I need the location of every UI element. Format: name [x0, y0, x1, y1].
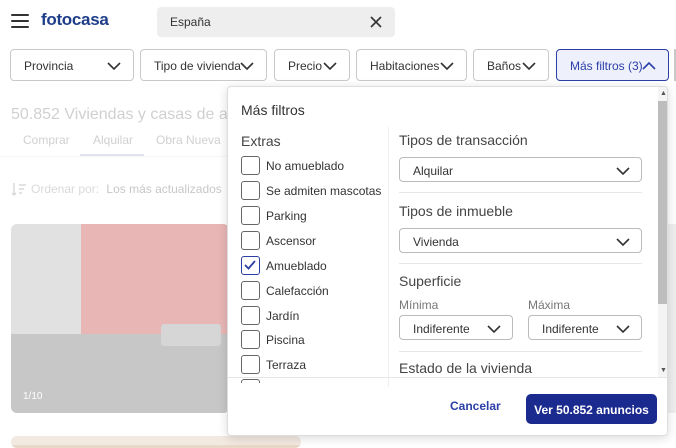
- filter-tipo-vivienda[interactable]: Tipo de vivienda: [140, 49, 267, 81]
- checkbox-label: Jardín: [266, 309, 300, 323]
- checkbox-label: Parking: [266, 209, 307, 223]
- checkbox-box[interactable]: [241, 306, 260, 325]
- extras-heading: Extras: [241, 133, 281, 149]
- chevron-down-icon: [323, 62, 337, 71]
- filter-label: Más filtros (3): [570, 59, 643, 73]
- scroll-down-arrow-icon[interactable]: ▼: [660, 367, 667, 374]
- surface-heading: Superficie: [399, 273, 462, 289]
- filter-label: Habitaciones: [370, 59, 440, 73]
- section-divider: [399, 351, 642, 352]
- chevron-down-icon: [522, 62, 536, 71]
- transaction-select[interactable]: Alquilar: [399, 157, 642, 182]
- checkbox-box[interactable]: [241, 206, 260, 225]
- chevron-down-icon: [616, 167, 630, 176]
- checkbox-label: Amueblado: [266, 259, 327, 273]
- chevron-down-icon: [440, 62, 454, 71]
- checkbox-label: Calefacción: [266, 284, 329, 298]
- checkmark-icon: [244, 260, 256, 270]
- chevron-up-icon: [642, 61, 656, 70]
- chevron-down-icon: [616, 325, 630, 334]
- min-surface-label: Mínima: [399, 298, 439, 312]
- column-separator: [388, 127, 389, 387]
- checkbox-box[interactable]: [241, 231, 260, 250]
- chevron-down-icon: [107, 62, 121, 71]
- transaction-heading: Tipos de transacción: [399, 132, 528, 148]
- search-value: España: [170, 15, 211, 29]
- filter-label: Tipo de vivienda: [154, 59, 241, 73]
- checkbox-partial[interactable]: [241, 379, 260, 383]
- chevron-down-icon: [616, 238, 630, 247]
- max-surface-select[interactable]: Indiferente: [528, 315, 642, 340]
- panel-title: Más filtros: [241, 102, 305, 118]
- clear-search-icon[interactable]: [369, 15, 383, 29]
- checkbox-box[interactable]: [241, 281, 260, 300]
- show-results-label: Ver 50.852 anuncios: [534, 403, 649, 417]
- checkbox-box-checked[interactable]: [241, 256, 260, 275]
- section-divider: [399, 263, 642, 264]
- chevron-down-icon: [487, 325, 501, 334]
- chevron-down-icon: [240, 62, 254, 71]
- max-surface-value: Indiferente: [542, 322, 599, 336]
- filter-label: Precio: [288, 59, 323, 73]
- filter-precio[interactable]: Precio: [274, 49, 350, 81]
- checkbox-box[interactable]: [241, 181, 260, 200]
- filter-habitaciones[interactable]: Habitaciones: [356, 49, 467, 81]
- filter-banos[interactable]: Baños: [473, 49, 549, 81]
- checkbox-label: Piscina: [266, 333, 305, 347]
- filter-provincia[interactable]: Provincia: [10, 49, 134, 81]
- min-surface-value: Indiferente: [413, 322, 470, 336]
- checkbox-box[interactable]: [241, 156, 260, 175]
- property-type-value: Vivienda: [413, 235, 459, 249]
- hamburger-menu-icon[interactable]: [11, 14, 29, 28]
- cancel-button[interactable]: Cancelar: [450, 399, 501, 413]
- scroll-up-arrow-icon[interactable]: ▲: [660, 90, 667, 97]
- scrollbar-thumb[interactable]: [658, 101, 667, 304]
- state-heading: Estado de la vivienda: [399, 360, 533, 376]
- transaction-value: Alquilar: [413, 164, 454, 178]
- checkbox-box[interactable]: [241, 330, 260, 349]
- checkbox-label: Terraza: [266, 358, 307, 372]
- checkbox-label: Se admiten mascotas: [266, 184, 382, 198]
- min-surface-select[interactable]: Indiferente: [399, 315, 513, 340]
- property-type-select[interactable]: Vivienda: [399, 228, 642, 253]
- location-search-input[interactable]: España: [157, 7, 395, 37]
- filter-mas-filtros[interactable]: Más filtros (3): [556, 49, 669, 81]
- top-header: fotocasa España: [0, 0, 676, 44]
- more-filters-panel: Más filtros Extras No amueblado Se admit…: [227, 86, 668, 436]
- filter-label: Baños: [487, 59, 522, 73]
- filter-label: Provincia: [24, 59, 74, 73]
- checkbox-label: No amueblado: [266, 159, 345, 173]
- max-surface-label: Máxima: [528, 298, 571, 312]
- show-results-button[interactable]: Ver 50.852 anuncios: [526, 394, 657, 424]
- footer-divider: [228, 377, 667, 378]
- section-divider: [399, 192, 642, 193]
- property-type-heading: Tipos de inmueble: [399, 203, 513, 219]
- fotocasa-logo[interactable]: fotocasa: [41, 10, 109, 30]
- checkbox-label: Ascensor: [266, 234, 317, 248]
- checkbox-box[interactable]: [241, 355, 260, 374]
